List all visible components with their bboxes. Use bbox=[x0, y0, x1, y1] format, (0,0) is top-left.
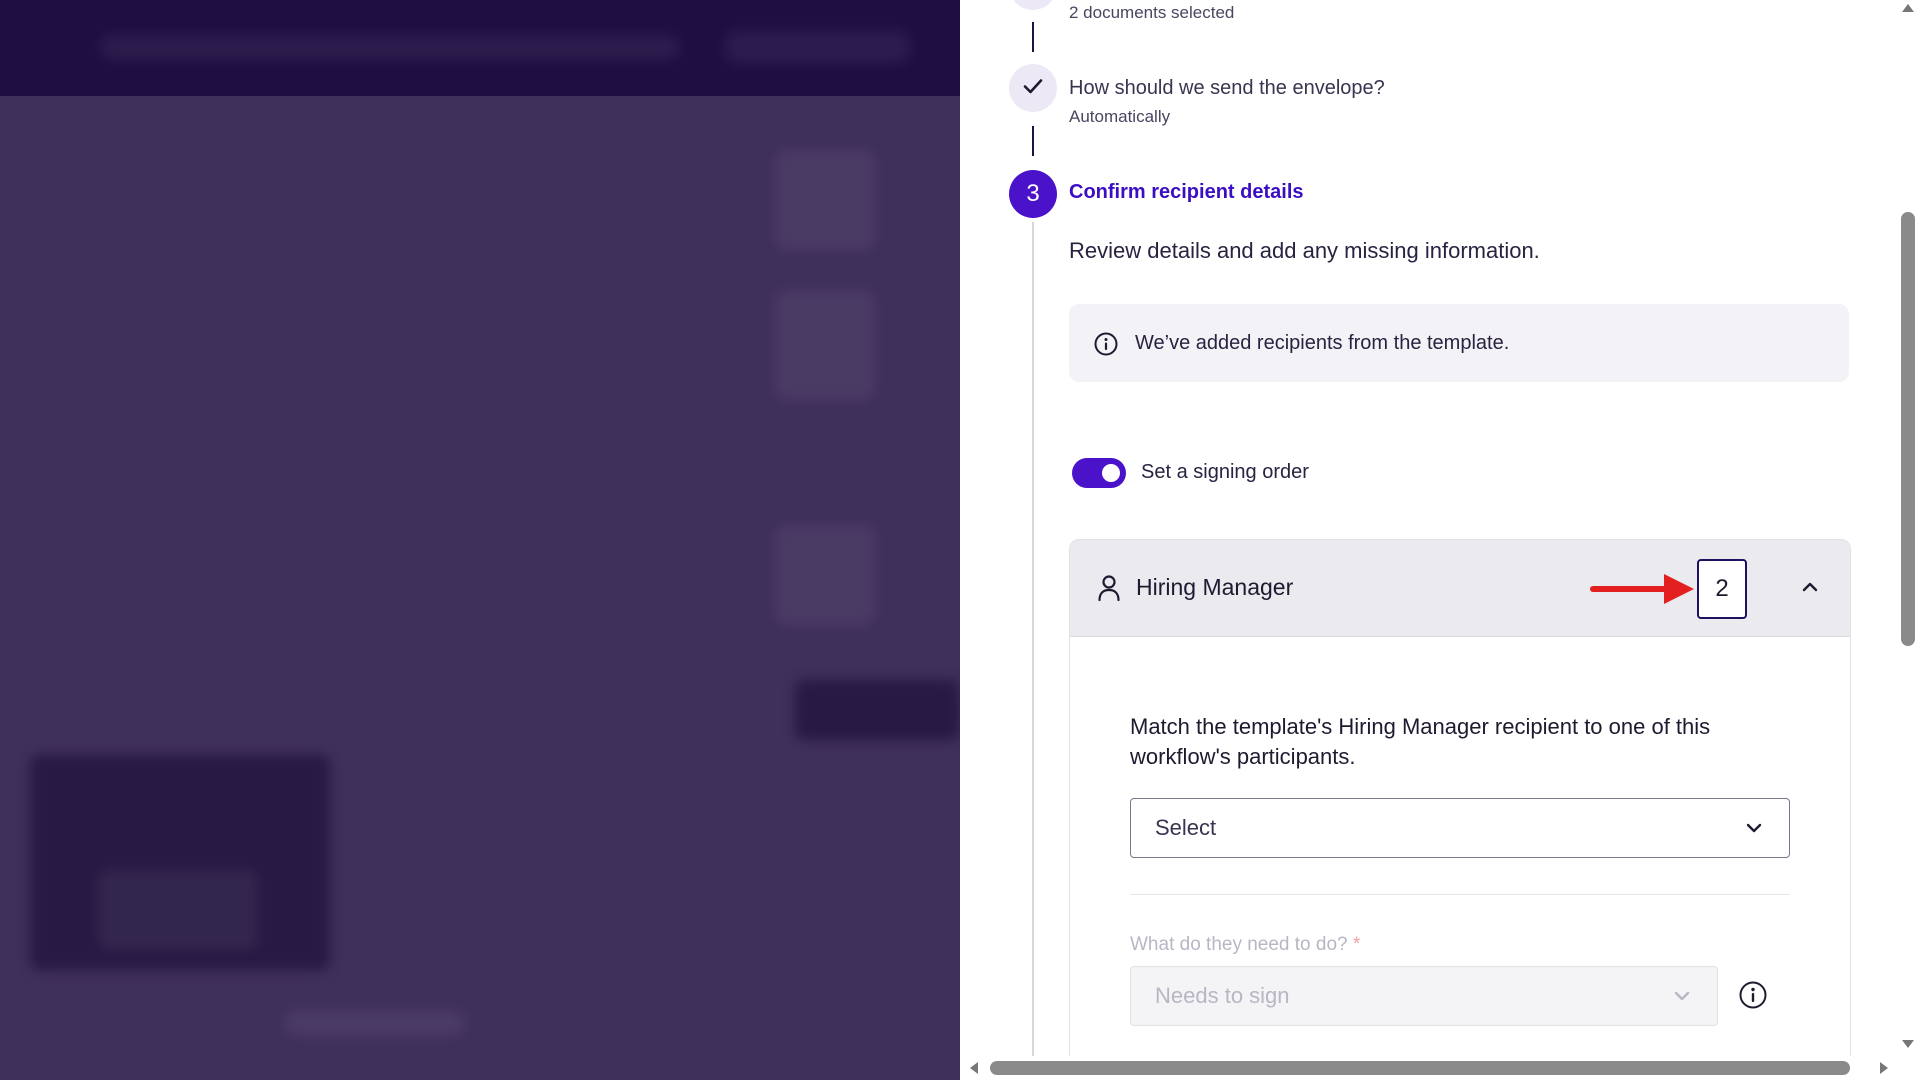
background-tile bbox=[775, 150, 875, 250]
scroll-left-arrow-icon[interactable] bbox=[970, 1062, 978, 1074]
step-3-description: Review details and add any missing infor… bbox=[1069, 238, 1540, 263]
scroll-right-arrow-icon[interactable] bbox=[1880, 1062, 1888, 1074]
info-icon bbox=[1093, 331, 1119, 362]
action-select[interactable]: Needs to sign bbox=[1130, 966, 1718, 1026]
info-banner-text: We’ve added recipients from the template… bbox=[1135, 332, 1510, 354]
participant-select[interactable]: Select bbox=[1130, 798, 1790, 858]
signing-order-toggle[interactable] bbox=[1072, 458, 1126, 488]
action-label: What do they need to do? * bbox=[1130, 934, 1360, 956]
info-banner: We’ve added recipients from the template… bbox=[1069, 304, 1849, 382]
background-link bbox=[285, 1010, 465, 1036]
background-header-button bbox=[725, 30, 910, 64]
envelope-drawer: 2 documents selected How should we send … bbox=[960, 0, 1920, 1080]
annotation-arrow-icon bbox=[1664, 574, 1694, 604]
horizontal-scroll-thumb[interactable] bbox=[990, 1061, 1850, 1075]
horizontal-scrollbar[interactable] bbox=[960, 1056, 1920, 1080]
step-2-title[interactable]: How should we send the envelope? bbox=[1069, 77, 1385, 100]
step-rail-1 bbox=[1032, 22, 1034, 52]
chevron-up-icon[interactable] bbox=[1801, 580, 1819, 599]
chevron-down-icon bbox=[1745, 821, 1763, 840]
step-2-summary: Automatically bbox=[1069, 107, 1171, 126]
step-1-summary: 2 documents selected bbox=[1069, 3, 1235, 22]
background-header-text bbox=[100, 34, 680, 60]
vertical-scroll-thumb[interactable] bbox=[1901, 212, 1915, 646]
recipient-card: Hiring Manager 2 Match the template's Hi… bbox=[1069, 539, 1851, 1080]
match-instruction: Match the template's Hiring Manager reci… bbox=[1130, 714, 1711, 769]
info-icon[interactable] bbox=[1738, 980, 1768, 1015]
participant-select-value: Select bbox=[1155, 815, 1217, 840]
step-rail-2 bbox=[1032, 126, 1034, 156]
background-tile bbox=[775, 290, 875, 400]
check-icon bbox=[1021, 74, 1045, 103]
scroll-up-arrow-icon[interactable] bbox=[1902, 4, 1914, 12]
step-3-title: Confirm recipient details bbox=[1069, 181, 1304, 203]
required-asterisk: * bbox=[1352, 934, 1361, 955]
chevron-down-icon bbox=[1673, 989, 1691, 1008]
background-header bbox=[0, 0, 960, 96]
background-thumbnail-inner bbox=[98, 870, 258, 950]
signing-order-value: 2 bbox=[1715, 575, 1729, 602]
background-tile bbox=[775, 525, 875, 625]
toggle-knob bbox=[1102, 464, 1120, 482]
signing-order-input[interactable]: 2 bbox=[1697, 559, 1747, 619]
action-label-text: What do they need to do? bbox=[1130, 934, 1348, 955]
recipient-role: Hiring Manager bbox=[1136, 574, 1294, 600]
card-divider bbox=[1130, 894, 1790, 895]
signing-order-label: Set a signing order bbox=[1141, 461, 1309, 483]
background-button bbox=[795, 680, 960, 740]
annotation-arrow-shaft bbox=[1590, 586, 1670, 592]
action-select-value: Needs to sign bbox=[1155, 983, 1290, 1008]
step-2-indicator bbox=[1009, 64, 1057, 112]
recipient-card-header[interactable]: Hiring Manager 2 bbox=[1070, 540, 1850, 637]
background-overlay[interactable] bbox=[0, 0, 960, 1080]
scroll-down-arrow-icon[interactable] bbox=[1902, 1040, 1914, 1048]
vertical-scrollbar[interactable] bbox=[1896, 0, 1920, 1060]
step-3-indicator: 3 bbox=[1009, 170, 1057, 218]
step-3-number: 3 bbox=[1026, 180, 1040, 207]
step-rail-3 bbox=[1032, 222, 1034, 1062]
person-icon bbox=[1096, 574, 1122, 607]
step-1-indicator bbox=[1009, 0, 1057, 10]
